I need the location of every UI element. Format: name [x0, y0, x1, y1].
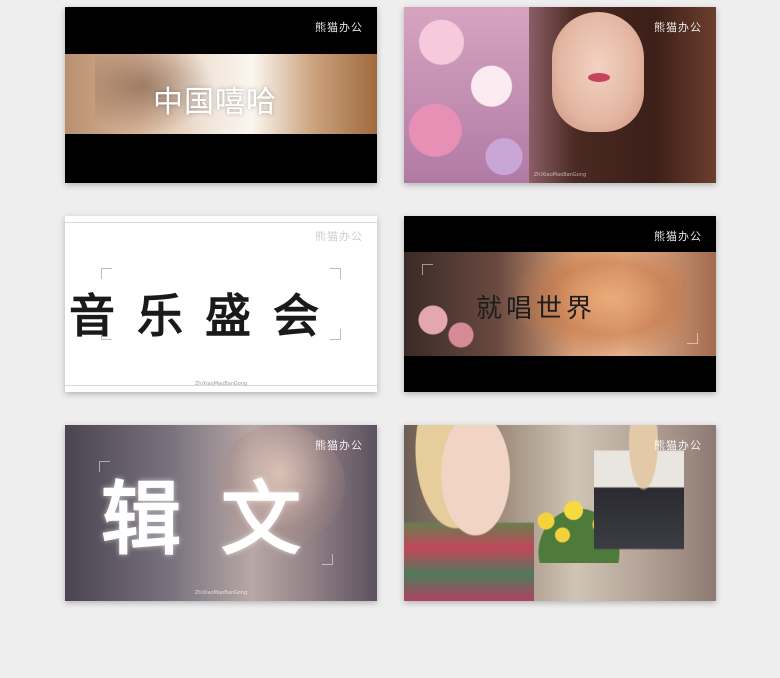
template-card-3[interactable]: 音乐盛会 熊猫办公 ZhiXiaoMaoBanGong: [65, 216, 377, 392]
frame-corner: [330, 268, 341, 279]
frame-corner: [687, 333, 698, 344]
card-title: 中国嘻哈: [153, 85, 277, 120]
watermark-label: 熊猫办公: [654, 230, 702, 243]
card-title: 音乐盛会: [69, 289, 341, 343]
watermark-label: 熊猫办公: [654, 439, 702, 452]
template-card-4[interactable]: 就唱世界 熊猫办公: [404, 216, 716, 392]
top-line: [65, 222, 377, 223]
card-title: 辑文: [101, 473, 341, 566]
watermark-label: 熊猫办公: [315, 21, 363, 34]
frame-corner: [101, 268, 112, 279]
flower-bouquet: [404, 7, 529, 183]
footer-text: ZhiXiaoMaoBanGong: [533, 172, 587, 178]
watermark-label: 熊猫办公: [315, 230, 363, 243]
frame-corner: [422, 264, 433, 275]
template-card-6[interactable]: 熊猫办公: [404, 425, 716, 601]
card-title: 就唱世界: [476, 294, 597, 324]
template-card-5[interactable]: 辑文 熊猫办公 ZhiXiaoMaoBanGong: [65, 425, 377, 601]
footer-text: ZhiXiaoMaoBanGong: [194, 590, 248, 596]
template-card-2[interactable]: 熊猫办公 ZhiXiaoMaoBanGong: [404, 7, 716, 183]
portrait-face: [552, 12, 644, 132]
watermark-label: 熊猫办公: [315, 439, 363, 452]
template-card-1[interactable]: 中国嘻哈 熊猫办公: [65, 7, 377, 183]
portrait-lips: [588, 73, 610, 82]
footer-text: ZhiXiaoMaoBanGong: [194, 381, 248, 387]
roses: [412, 300, 482, 350]
woman-figure: [404, 425, 534, 601]
watermark-label: 熊猫办公: [654, 21, 702, 34]
